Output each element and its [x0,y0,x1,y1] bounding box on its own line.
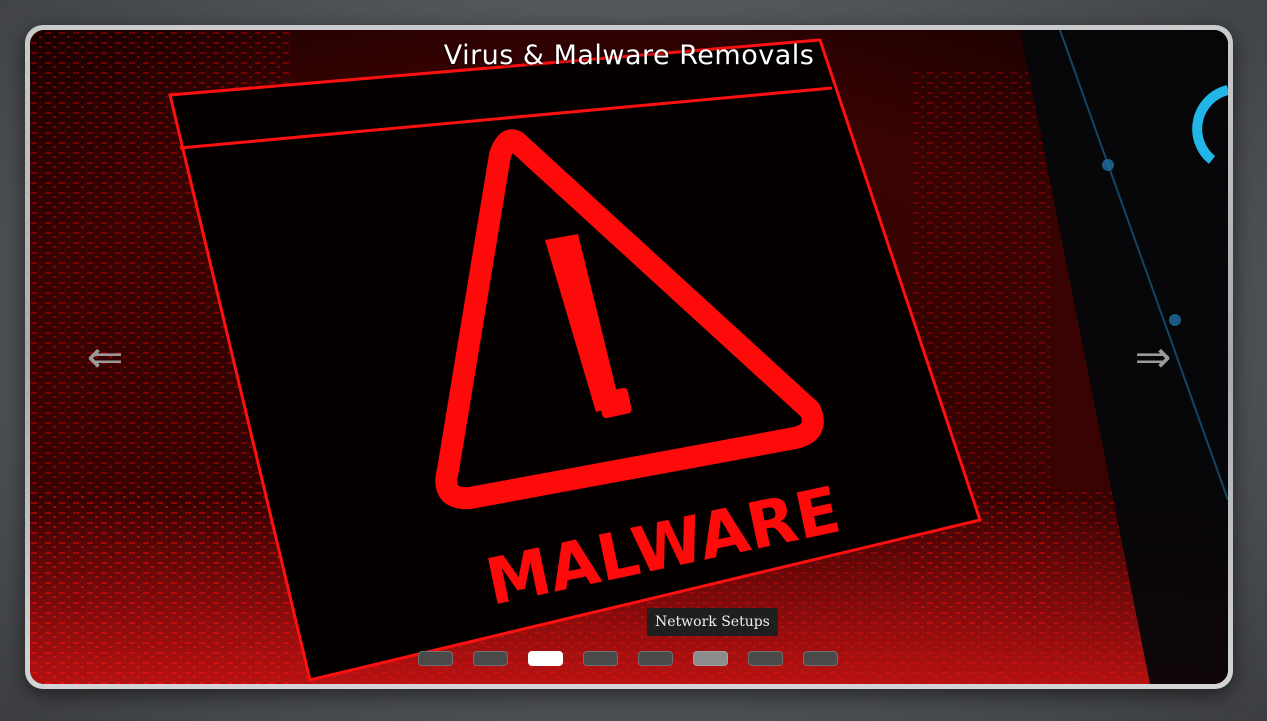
previous-slide-arrow-icon[interactable]: ⇐ [70,325,140,389]
carousel-slide: MALWARE Virus & Malware Removals ⇐ ⇒ Net… [30,30,1228,684]
next-slide-arrow-icon[interactable]: ⇒ [1118,325,1188,389]
indicator-tooltip: Network Setups [647,608,778,636]
slide-indicator-4[interactable] [583,651,618,666]
slide-indicator-1[interactable] [418,651,453,666]
slide-indicator-6[interactable] [693,651,728,666]
malware-warning-image: MALWARE [30,30,1228,684]
slide-indicator-7[interactable] [748,651,783,666]
slide-indicator-5[interactable] [638,651,673,666]
slide-title: Virus & Malware Removals [443,40,815,71]
slide-indicator-3[interactable] [528,651,563,666]
slide-indicators [418,651,838,666]
slide-indicator-2[interactable] [473,651,508,666]
slide-indicator-8[interactable] [803,651,838,666]
